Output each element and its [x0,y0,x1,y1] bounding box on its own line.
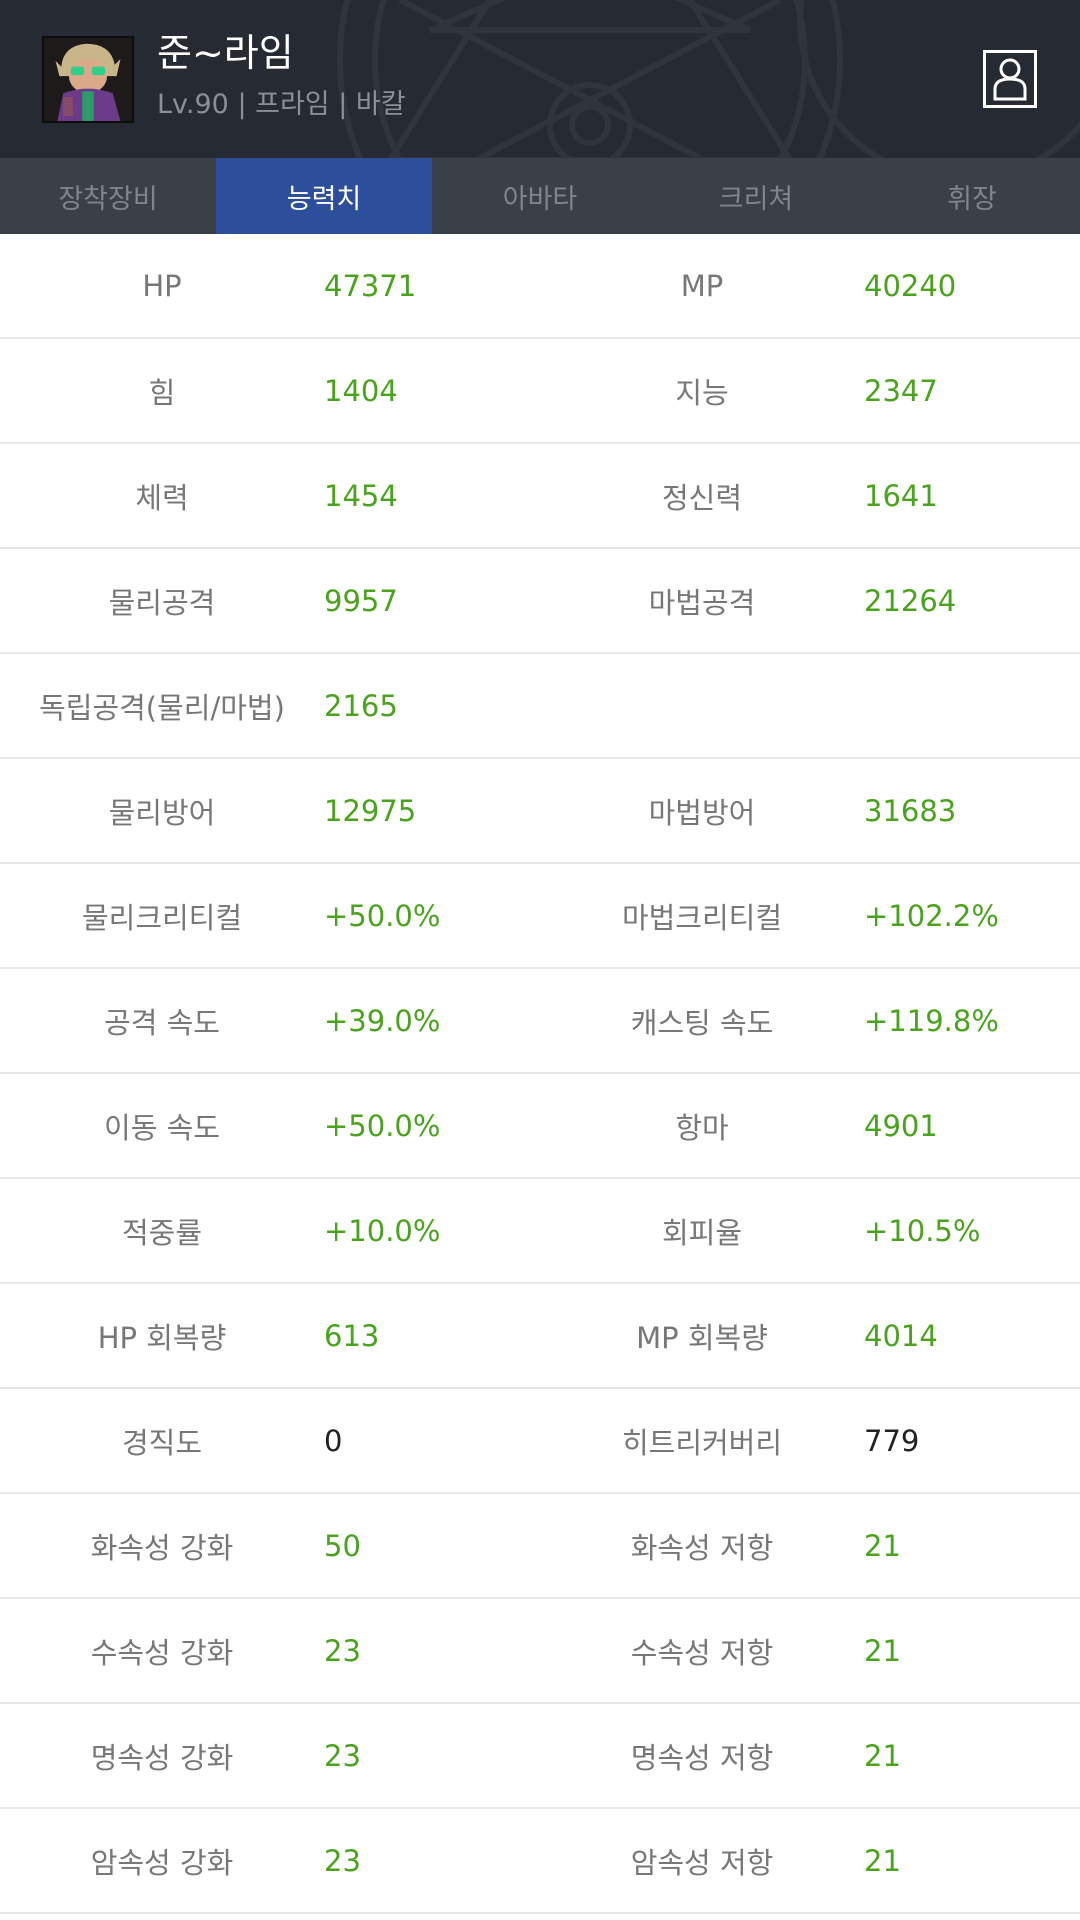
stat-label: 물리공격 [108,585,216,620]
stat-value: +102.2% [864,898,999,933]
stat-value: 47371 [324,268,417,303]
stat-label: 히트리커버리 [621,1425,783,1460]
stat-row: 물리방어 12975 마법방어 31683 [0,759,1080,864]
stat-value: +50.0% [324,898,441,933]
stat-row: 힘 1404 지능 2347 [0,339,1080,444]
stat-label: 마법방어 [648,795,756,830]
stat-value: +119.8% [864,1003,999,1038]
character-meta: Lv.90 | 프라임 | 바칼 [157,89,406,120]
stat-label: 항마 [675,1110,729,1145]
tab-avatar[interactable]: 아바타 [432,158,648,234]
stat-label: 마법공격 [648,585,756,620]
stat-label: 적중률 [121,1215,203,1250]
tab-creature[interactable]: 크리쳐 [648,158,864,234]
stat-value: 23 [324,1633,361,1668]
stat-value: 0 [324,1423,343,1458]
person-icon [993,58,1027,101]
stat-value: 21 [864,1633,901,1668]
stat-value: 50 [324,1528,361,1563]
stat-row: 암속성 강화 23 암속성 저항 21 [0,1809,1080,1914]
stats-table: HP 47371 MP 40240 힘 1404 지능 2347 체력 1454… [0,234,1080,1914]
stat-label: 힘 [148,375,176,410]
stat-label: 회피율 [661,1215,743,1250]
stat-label: 이동 속도 [104,1110,220,1145]
character-portrait-icon [44,38,132,121]
stat-value: 21 [864,1738,901,1773]
stat-label: 공격 속도 [104,1005,220,1040]
stat-value: 4014 [864,1318,938,1353]
stat-row: 경직도 0 히트리커버리 779 [0,1389,1080,1494]
stat-value: 40240 [864,268,957,303]
stat-value: 9957 [324,583,398,618]
stat-label: 수속성 강화 [90,1635,234,1670]
stat-label: 암속성 저항 [630,1845,774,1880]
stat-label: MP [680,268,724,303]
stat-label: 지능 [675,375,729,410]
stat-value: 613 [324,1318,380,1353]
profile-button[interactable] [983,50,1037,108]
stat-value: 779 [864,1423,920,1458]
stat-label: 마법크리티컬 [621,900,783,935]
stat-row: 명속성 강화 23 명속성 저항 21 [0,1704,1080,1809]
stat-row: 적중률 +10.0% 회피율 +10.5% [0,1179,1080,1284]
pentagram-emblem-background [337,0,1080,158]
stat-value: 23 [324,1843,361,1878]
stat-value: +39.0% [324,1003,441,1038]
stat-label: 체력 [135,480,189,515]
avatar [42,36,134,123]
stat-label: 물리크리티컬 [81,900,243,935]
stat-value: 21 [864,1843,901,1878]
stat-label: 수속성 저항 [630,1635,774,1670]
stat-row: 공격 속도 +39.0% 캐스팅 속도 +119.8% [0,969,1080,1074]
stat-row: 화속성 강화 50 화속성 저항 21 [0,1494,1080,1599]
stat-value: 4901 [864,1108,938,1143]
stat-label: 명속성 강화 [90,1740,234,1775]
stat-value: 1404 [324,373,398,408]
tab-stats[interactable]: 능력치 [216,158,432,234]
stat-value: 2165 [324,688,398,723]
stat-value: +10.0% [324,1213,441,1248]
stat-value: 21264 [864,583,957,618]
stat-row: 수속성 강화 23 수속성 저항 21 [0,1599,1080,1704]
tab-bar: 장착장비 능력치 아바타 크리쳐 휘장 [0,158,1080,234]
character-name: 준~라임 [157,31,294,75]
stat-label: MP 회복량 [636,1320,768,1355]
stat-label: 정신력 [661,480,743,515]
stat-label: 독립공격(물리/마법) [39,690,285,725]
stat-label: 캐스팅 속도 [630,1005,774,1040]
stat-label: 물리방어 [108,795,216,830]
tab-emblem[interactable]: 휘장 [864,158,1080,234]
stat-row: 독립공격(물리/마법) 2165 [0,654,1080,759]
stat-value: 23 [324,1738,361,1773]
stat-row: 체력 1454 정신력 1641 [0,444,1080,549]
character-header: 준~라임 Lv.90 | 프라임 | 바칼 [0,0,1080,158]
stat-row: HP 회복량 613 MP 회복량 4014 [0,1284,1080,1389]
stat-value: 12975 [324,793,417,828]
stat-value: 1641 [864,478,938,513]
stat-row: 물리공격 9957 마법공격 21264 [0,549,1080,654]
stat-label: HP 회복량 [97,1320,227,1355]
stat-label: HP [142,268,182,303]
stat-value: 1454 [324,478,398,513]
stat-value: 2347 [864,373,938,408]
stat-label: 화속성 강화 [90,1530,234,1565]
stat-value: +10.5% [864,1213,981,1248]
stat-label: 화속성 저항 [630,1530,774,1565]
stat-row: 물리크리티컬 +50.0% 마법크리티컬 +102.2% [0,864,1080,969]
tab-equipment[interactable]: 장착장비 [0,158,216,234]
stat-value: 31683 [864,793,957,828]
stat-value: +50.0% [324,1108,441,1143]
stat-label: 경직도 [121,1425,203,1460]
stat-label: 명속성 저항 [630,1740,774,1775]
stat-row: HP 47371 MP 40240 [0,234,1080,339]
stat-label: 암속성 강화 [90,1845,234,1880]
stat-row: 이동 속도 +50.0% 항마 4901 [0,1074,1080,1179]
stat-value: 21 [864,1528,901,1563]
